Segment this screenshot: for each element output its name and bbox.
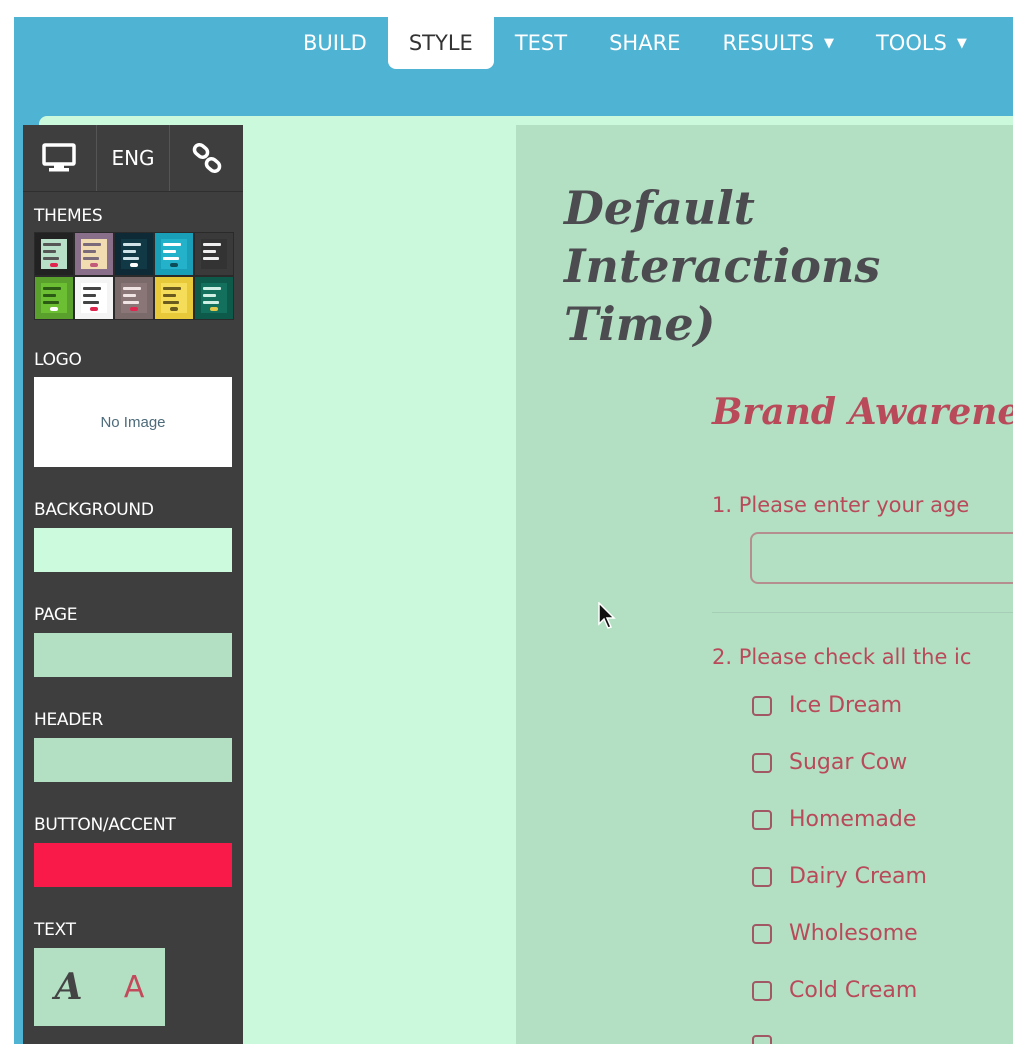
checkbox[interactable] bbox=[752, 1035, 772, 1044]
option-label: Homemade bbox=[789, 807, 917, 832]
theme-swatch[interactable] bbox=[154, 276, 194, 320]
theme-swatch[interactable] bbox=[114, 276, 154, 320]
tab-test[interactable]: TEST bbox=[494, 17, 588, 69]
background-label: BACKGROUND bbox=[34, 500, 154, 520]
question-1-text[interactable]: 1. Please enter your age bbox=[712, 493, 969, 517]
page-label: PAGE bbox=[34, 605, 78, 625]
background-color-swatch[interactable] bbox=[34, 528, 232, 572]
theme-swatch[interactable] bbox=[154, 232, 194, 276]
script-font-option[interactable]: A bbox=[55, 966, 83, 1008]
tab-tools-label: TOOLS bbox=[875, 31, 947, 55]
theme-swatch[interactable] bbox=[114, 232, 154, 276]
logo-placeholder: No Image bbox=[100, 413, 166, 431]
theme-swatch[interactable] bbox=[194, 232, 234, 276]
text-label: TEXT bbox=[34, 920, 76, 940]
tab-style-label: STYLE bbox=[408, 31, 473, 55]
theme-swatch[interactable] bbox=[194, 276, 234, 320]
language-label: ENG bbox=[111, 146, 155, 170]
tab-share-label: SHARE bbox=[609, 31, 681, 55]
checkbox[interactable] bbox=[752, 695, 772, 716]
tab-test-label: TEST bbox=[514, 31, 568, 55]
checkbox[interactable] bbox=[752, 809, 772, 830]
link-button[interactable] bbox=[170, 125, 243, 191]
link-icon bbox=[192, 142, 221, 174]
option-label: Wholesome bbox=[789, 921, 918, 946]
header-label: HEADER bbox=[34, 710, 103, 730]
theme-swatch[interactable] bbox=[34, 276, 74, 320]
style-sidebar: ENG THEMES LOGO No Image BACKGROUND PAGE… bbox=[23, 125, 243, 1044]
tab-build-label: BUILD bbox=[303, 31, 367, 55]
accent-label: BUTTON/ACCENT bbox=[34, 815, 176, 835]
tab-results-label: RESULTS bbox=[722, 31, 814, 55]
header-color-swatch[interactable] bbox=[34, 738, 232, 782]
page-color-swatch[interactable] bbox=[34, 633, 232, 677]
question-2-text[interactable]: 2. Please check all the ic bbox=[712, 645, 971, 669]
app-frame: BUILD STYLE TEST SHARE RESULTS ▼ TOOLS ▼ bbox=[14, 17, 1013, 1044]
option-label: Ice Dream bbox=[789, 693, 903, 718]
text-font-picker: A A bbox=[34, 948, 165, 1026]
checkbox-option[interactable] bbox=[752, 1035, 789, 1044]
checkbox-option[interactable]: Wholesome bbox=[752, 921, 918, 946]
language-button[interactable]: ENG bbox=[97, 125, 171, 191]
tab-share[interactable]: SHARE bbox=[588, 17, 701, 69]
age-input[interactable] bbox=[750, 532, 1013, 584]
option-label: Dairy Cream bbox=[789, 864, 927, 889]
checkbox-option[interactable]: Ice Dream bbox=[752, 693, 902, 718]
checkbox-option[interactable]: Homemade bbox=[752, 807, 916, 832]
desktop-preview-button[interactable] bbox=[23, 125, 97, 191]
survey-page: Default Interactions Time) Brand Awarene… bbox=[516, 125, 1013, 1044]
top-nav: BUILD STYLE TEST SHARE RESULTS ▼ TOOLS ▼ bbox=[282, 17, 988, 69]
checkbox[interactable] bbox=[752, 866, 772, 887]
sidebar-toolbar: ENG bbox=[23, 125, 243, 192]
checkbox-option[interactable]: Dairy Cream bbox=[752, 864, 927, 889]
chevron-down-icon: ▼ bbox=[823, 35, 834, 51]
theme-swatch[interactable] bbox=[74, 232, 114, 276]
section-title[interactable]: Brand Awareness bbox=[712, 391, 1013, 433]
tab-style[interactable]: STYLE bbox=[387, 17, 494, 69]
mouse-cursor-icon bbox=[598, 602, 616, 629]
question-divider bbox=[712, 612, 1013, 613]
checkbox[interactable] bbox=[752, 752, 772, 773]
accent-color-swatch[interactable] bbox=[34, 843, 232, 887]
option-label: Sugar Cow bbox=[789, 750, 908, 775]
checkbox[interactable] bbox=[752, 923, 772, 944]
option-label: Cold Cream bbox=[789, 978, 918, 1003]
themes-grid bbox=[34, 232, 234, 320]
tab-tools[interactable]: TOOLS ▼ bbox=[855, 17, 988, 69]
themes-label: THEMES bbox=[34, 206, 103, 226]
monitor-icon bbox=[42, 143, 77, 172]
theme-swatch[interactable] bbox=[74, 276, 114, 320]
checkbox[interactable] bbox=[752, 980, 772, 1001]
survey-title[interactable]: Default Interactions Time) bbox=[564, 179, 1013, 353]
chevron-down-icon: ▼ bbox=[956, 35, 967, 51]
logo-label: LOGO bbox=[34, 350, 82, 370]
checkbox-option[interactable]: Sugar Cow bbox=[752, 750, 907, 775]
checkbox-option[interactable]: Cold Cream bbox=[752, 978, 917, 1003]
sans-font-option[interactable]: A bbox=[124, 970, 145, 1005]
theme-swatch[interactable] bbox=[34, 232, 74, 276]
logo-upload[interactable]: No Image bbox=[34, 377, 232, 467]
tab-build[interactable]: BUILD bbox=[282, 17, 388, 69]
tab-results[interactable]: RESULTS ▼ bbox=[701, 17, 855, 69]
